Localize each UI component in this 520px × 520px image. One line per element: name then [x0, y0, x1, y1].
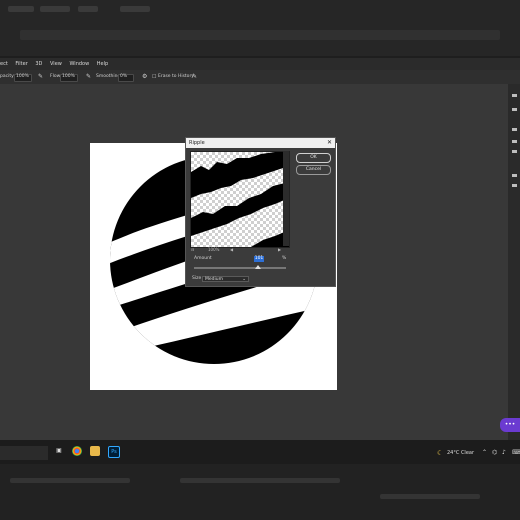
preview-scrollbar[interactable] [283, 151, 289, 246]
menu-item-help[interactable]: Help [97, 58, 108, 70]
panel-icon[interactable] [512, 128, 517, 131]
panel-icon[interactable] [512, 184, 517, 187]
blurred-tab [8, 6, 34, 12]
taskbar-search[interactable] [0, 446, 48, 460]
chevron-down-icon: ⌄ [242, 277, 246, 282]
amount-slider-thumb[interactable] [255, 265, 262, 269]
language-icon[interactable]: ⌨ [512, 449, 520, 456]
menu-item-3d[interactable]: 3D [35, 58, 42, 70]
blurred-top-bar [0, 0, 520, 56]
dialog-title-bar[interactable]: Ripple ✕ [186, 138, 335, 148]
ripple-dialog: Ripple ✕ ⊟ 100% ◀ ▶ OK Cancel Amount 101… [185, 137, 336, 287]
scroll-right-icon[interactable]: ▶ [278, 247, 281, 252]
blurred-bottom-area [0, 464, 520, 520]
smoothing-value: 0% [120, 74, 128, 79]
blurred-bar [10, 478, 130, 483]
right-panel-strip [508, 84, 520, 440]
photoshop-taskbar-icon[interactable]: Ps [108, 446, 120, 458]
close-icon[interactable]: ✕ [327, 138, 332, 148]
airbrush-icon[interactable]: ✎ [86, 70, 91, 84]
panel-icon[interactable] [512, 150, 517, 153]
weather-text[interactable]: 24°C Clear [447, 450, 474, 456]
menu-bar: ect Filter 3D View Window Help [0, 58, 520, 70]
panel-icon[interactable] [512, 94, 517, 97]
cancel-button[interactable]: Cancel [296, 165, 331, 175]
amount-label: Amount [194, 256, 212, 261]
notification-bubble[interactable]: ••• [500, 418, 520, 432]
amount-unit: % [282, 256, 287, 261]
blurred-bar [380, 494, 480, 499]
menu-item-window[interactable]: Window [69, 58, 89, 70]
menu-item-view[interactable]: View [50, 58, 62, 70]
amount-slider[interactable] [194, 265, 286, 269]
panel-icon[interactable] [512, 108, 517, 111]
file-explorer-icon[interactable] [90, 446, 100, 456]
task-view-icon[interactable]: ▣ [54, 446, 64, 456]
size-value: Medium [205, 277, 223, 282]
gear-icon[interactable]: ⚙ [142, 70, 147, 84]
size-label: Size [192, 276, 202, 281]
erase-to-history-label: Erase to History [158, 74, 194, 79]
pressure-opacity-icon[interactable]: ✎ [38, 70, 43, 84]
panel-icon[interactable] [512, 174, 517, 177]
moon-weather-icon: ☾ [437, 449, 444, 457]
zoom-out-icon[interactable]: ⊟ [191, 247, 194, 252]
amount-input[interactable]: 101 [254, 256, 264, 262]
opacity-label: pacity: [0, 74, 15, 79]
flow-value: 100% [62, 74, 75, 79]
preview-artwork [191, 152, 289, 247]
menu-item-filter[interactable]: Filter [15, 58, 27, 70]
volume-icon[interactable]: ♪ [502, 449, 506, 456]
blurred-address-bar [20, 30, 500, 40]
zoom-in-icon[interactable]: ◀ [230, 247, 233, 252]
blurred-tab [78, 6, 98, 12]
blurred-tab [120, 6, 150, 12]
checkbox-icon[interactable]: ☐ [152, 70, 156, 84]
blurred-tab [40, 6, 70, 12]
options-bar: pacity: 100% ✎ Flow: 100% ✎ Smoothing: 0… [0, 70, 520, 84]
size-select[interactable]: Medium ⌄ [202, 276, 249, 282]
network-icon[interactable]: ⌬ [492, 449, 497, 456]
panel-icon[interactable] [512, 140, 517, 143]
pressure-size-icon[interactable]: ✎ [192, 70, 197, 84]
opacity-value: 100% [16, 74, 29, 79]
menu-item-edit[interactable]: ect [0, 58, 8, 70]
chrome-icon[interactable] [72, 446, 82, 456]
blurred-bar [180, 478, 340, 483]
tray-chevron-icon[interactable]: ⌃ [482, 449, 487, 456]
ok-button[interactable]: OK [296, 153, 331, 163]
zoom-value: 100% [208, 247, 220, 252]
dialog-title: Ripple [189, 140, 205, 146]
filter-preview[interactable] [190, 151, 290, 248]
